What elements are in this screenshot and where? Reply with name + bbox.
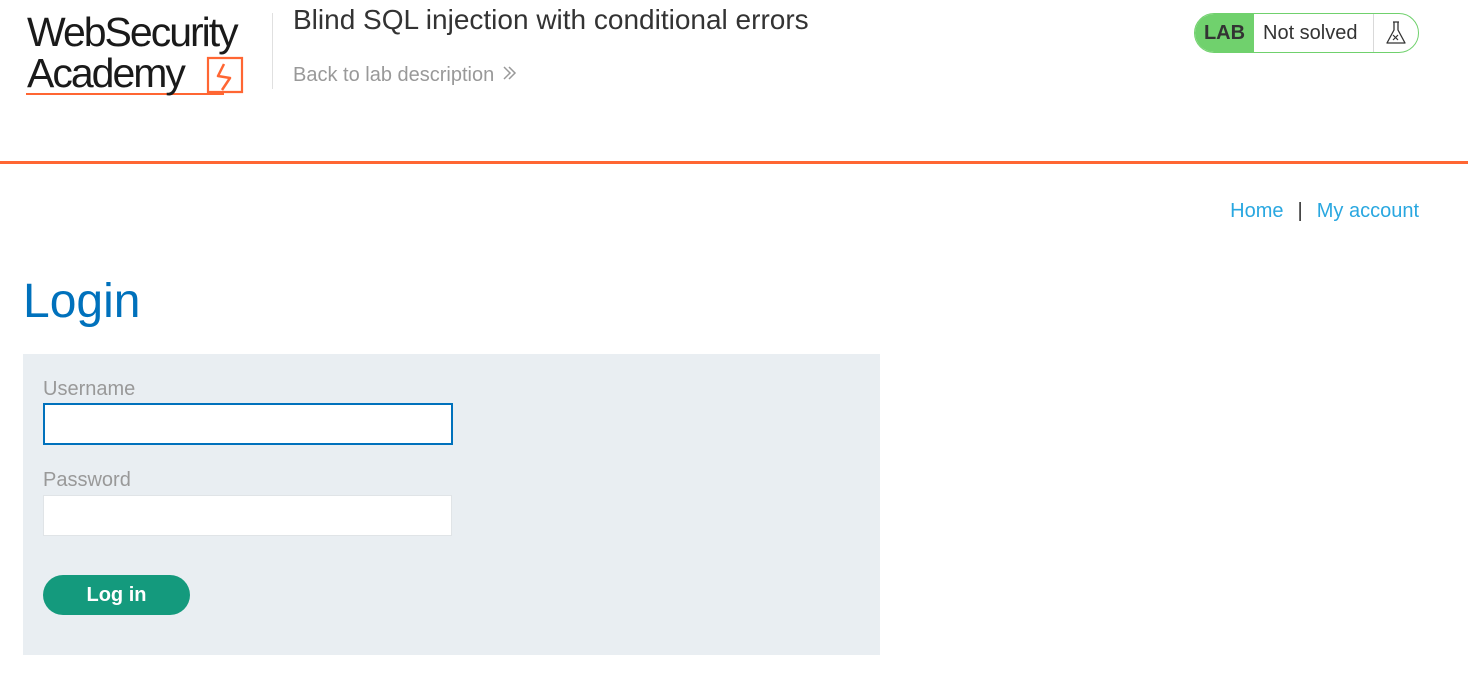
username-input[interactable] <box>43 403 453 445</box>
lab-status-text: Not solved <box>1254 14 1374 52</box>
header-divider <box>272 13 273 89</box>
nav-separator: | <box>1297 200 1303 222</box>
double-chevron-right-icon <box>502 64 518 87</box>
page-title: Login <box>23 275 141 328</box>
nav-my-account-link[interactable]: My account <box>1317 200 1419 223</box>
logo-text-line2: Academy <box>27 50 186 96</box>
top-nav: Home | My account <box>1230 200 1419 223</box>
back-link-label: Back to lab description <box>293 64 495 86</box>
lab-status-widget: LAB Not solved <box>1194 13 1419 53</box>
logo-text-line1: WebSecurity <box>27 9 239 55</box>
username-label: Username <box>43 378 136 400</box>
web-security-academy-logo[interactable]: WebSecurity Academy <box>24 12 270 100</box>
nav-home-link[interactable]: Home <box>1230 200 1283 223</box>
login-button[interactable]: Log in <box>43 575 190 615</box>
flask-icon <box>1374 14 1418 52</box>
lab-tag: LAB <box>1195 14 1254 52</box>
password-input[interactable] <box>43 495 452 536</box>
lab-header: WebSecurity Academy Blind SQL injection … <box>0 0 1468 164</box>
password-label: Password <box>43 469 131 491</box>
lab-title: Blind SQL injection with conditional err… <box>293 4 809 35</box>
back-to-lab-description-link[interactable]: Back to lab description <box>293 64 518 87</box>
login-form: Username Password Log in <box>23 354 880 655</box>
